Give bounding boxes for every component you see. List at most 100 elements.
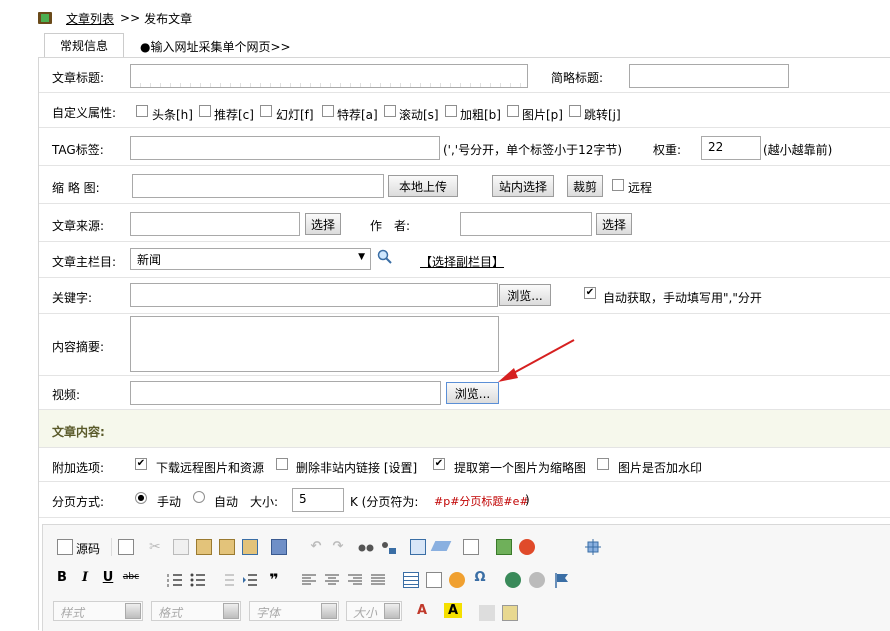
author-input[interactable]	[460, 212, 592, 236]
link-icon[interactable]	[505, 572, 521, 588]
select-all-icon[interactable]	[410, 539, 426, 555]
undo-icon[interactable]: ↶	[307, 539, 325, 554]
align-right-icon[interactable]	[347, 572, 363, 588]
image-icon[interactable]	[496, 539, 512, 555]
attr-j-checkbox[interactable]	[569, 105, 581, 117]
local-upload-button[interactable]: 本地上传	[388, 175, 458, 197]
auto-keyword-checkbox[interactable]: ✔	[584, 287, 596, 299]
show-blocks-icon[interactable]	[479, 605, 495, 621]
select-arrow-icon: ▼	[358, 252, 365, 262]
paste-text-icon[interactable]	[219, 539, 235, 555]
flash-icon[interactable]	[519, 539, 535, 555]
format-select-text: 格式	[158, 606, 183, 620]
attr-p-checkbox[interactable]	[507, 105, 519, 117]
source-input[interactable]	[130, 212, 300, 236]
replace-icon[interactable]	[381, 539, 397, 555]
tab-collect-url[interactable]: ●输入网址采集单个网页>>	[140, 38, 291, 55]
format-select[interactable]: 格式	[151, 601, 241, 621]
attr-f-checkbox[interactable]	[260, 105, 272, 117]
ordered-list-icon[interactable]	[167, 572, 183, 588]
find-icon[interactable]	[358, 539, 374, 555]
eraser-icon[interactable]	[430, 541, 452, 551]
thumbnail-input[interactable]	[132, 174, 384, 198]
summary-textarea[interactable]	[130, 316, 499, 372]
attr-s-checkbox[interactable]	[384, 105, 396, 117]
outdent-icon[interactable]	[219, 572, 235, 588]
template-icon[interactable]	[118, 539, 134, 555]
video-input[interactable]	[130, 381, 441, 405]
title-input[interactable]	[130, 64, 528, 88]
breadcrumb: 文章列表 >> 发布文章	[38, 8, 192, 28]
align-left-icon[interactable]	[301, 572, 317, 588]
crop-button[interactable]: 裁剪	[567, 175, 603, 197]
attr-h-checkbox[interactable]	[136, 105, 148, 117]
paging-manual-radio[interactable]: ●	[135, 492, 147, 504]
remove-links-checkbox[interactable]	[276, 458, 288, 470]
title-row: 文章标题: 简略标题:	[39, 58, 890, 93]
keywords-input[interactable]	[130, 283, 498, 307]
bg-color-icon[interactable]: A	[444, 603, 462, 618]
table-icon[interactable]	[403, 572, 419, 588]
underline-icon[interactable]: U	[99, 570, 117, 585]
dropdown-arrow-icon	[125, 603, 141, 619]
select-subcategory-link[interactable]: 【选择副栏目】	[420, 253, 504, 270]
extract-thumb-checkbox[interactable]: ✔	[433, 458, 445, 470]
copy-icon[interactable]	[173, 539, 189, 555]
indent-icon[interactable]	[242, 572, 258, 588]
author-label: 作 者:	[370, 219, 411, 233]
short-title-input[interactable]	[629, 64, 789, 88]
spellcheck-icon[interactable]	[463, 539, 479, 555]
bold-icon[interactable]: B	[53, 570, 71, 585]
maximize-icon[interactable]	[585, 539, 601, 555]
attr-a-checkbox[interactable]	[322, 105, 334, 117]
bullet-list-icon[interactable]	[190, 572, 206, 588]
anchor-flag-icon[interactable]	[554, 572, 570, 588]
attr-b-checkbox[interactable]	[445, 105, 457, 117]
remote-checkbox[interactable]	[612, 179, 624, 191]
italic-icon[interactable]: I	[76, 570, 94, 585]
summary-label: 内容摘要:	[52, 340, 105, 354]
redo-icon[interactable]: ↷	[329, 539, 347, 554]
short-title-label: 简略标题:	[551, 71, 604, 85]
special-char-icon[interactable]: Ω	[471, 570, 489, 585]
style-select[interactable]: 样式	[53, 601, 143, 621]
size-select[interactable]: 大小	[346, 601, 402, 621]
tag-input[interactable]	[130, 136, 440, 160]
paste-word-icon[interactable]	[242, 539, 258, 555]
justify-icon[interactable]	[370, 572, 386, 588]
keywords-browse-button[interactable]: 浏览...	[499, 284, 551, 306]
font-select[interactable]: 字体	[249, 601, 339, 621]
align-center-icon[interactable]	[324, 572, 340, 588]
download-remote-label: 下载远程图片和资源	[156, 461, 265, 475]
horizontal-rule-icon[interactable]	[426, 572, 442, 588]
magnifier-icon[interactable]	[377, 249, 393, 265]
paging-auto-radio[interactable]	[193, 491, 205, 503]
blockquote-icon[interactable]: ❞	[265, 570, 283, 589]
keywords-label: 关键字:	[52, 291, 93, 305]
source-label: 文章来源:	[52, 219, 105, 233]
print-icon[interactable]	[271, 539, 287, 555]
source-select-button[interactable]: 选择	[305, 213, 341, 235]
tab-general[interactable]: 常规信息	[44, 33, 124, 57]
unlink-icon[interactable]	[529, 572, 545, 588]
attr-f-label: 幻灯[f]	[276, 108, 314, 122]
size-input[interactable]: 5	[292, 488, 344, 512]
download-remote-checkbox[interactable]: ✔	[135, 458, 147, 470]
watermark-checkbox[interactable]	[597, 458, 609, 470]
thumbnail-label: 缩 略 图:	[52, 181, 100, 195]
main-category-select[interactable]: 新闻 ▼	[130, 248, 371, 270]
author-select-button[interactable]: 选择	[596, 213, 632, 235]
cut-icon[interactable]: ✂	[149, 539, 165, 555]
preview-icon[interactable]	[502, 605, 518, 621]
weight-input[interactable]: 22	[701, 136, 761, 160]
article-list-link[interactable]: 文章列表	[66, 10, 114, 27]
extras-label: 附加选项:	[52, 461, 105, 475]
source-button[interactable]: 源码	[76, 540, 100, 557]
site-select-button[interactable]: 站内选择	[492, 175, 554, 197]
font-select-text: 字体	[256, 606, 281, 620]
text-color-icon[interactable]: A	[413, 603, 431, 618]
attr-c-checkbox[interactable]	[199, 105, 211, 117]
smiley-icon[interactable]	[449, 572, 465, 588]
strike-icon[interactable]: abc	[122, 572, 140, 582]
paste-icon[interactable]	[196, 539, 212, 555]
